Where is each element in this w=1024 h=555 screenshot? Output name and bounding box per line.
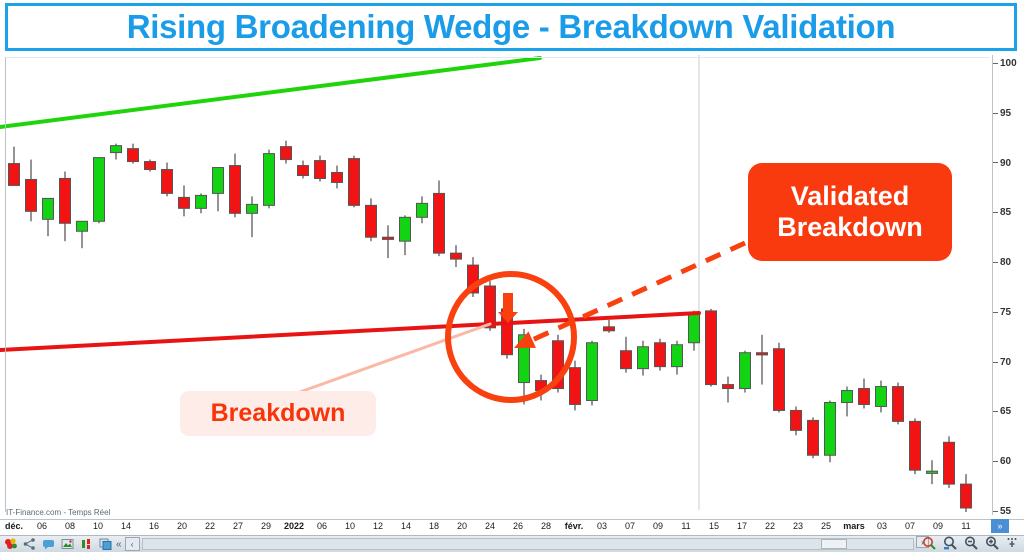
comment-icon[interactable] (40, 537, 57, 552)
date-tick: 03 (596, 521, 608, 531)
date-tick: 07 (904, 521, 916, 531)
annotation-breakdown: Breakdown (180, 391, 376, 436)
chart-title-bar: Rising Broadening Wedge - Breakdown Vali… (5, 3, 1017, 51)
date-tick: 16 (148, 521, 160, 531)
share-icon[interactable] (21, 537, 38, 552)
zoom-in-icon[interactable] (985, 536, 1000, 555)
bottom-toolbar: « ‹ (0, 535, 1024, 552)
date-tick: 08 (64, 521, 76, 531)
flower-icon[interactable] (2, 537, 19, 552)
date-tick: 29 (260, 521, 272, 531)
date-tick: 28 (540, 521, 552, 531)
date-tick: 22 (204, 521, 216, 531)
date-tick: 15 (708, 521, 720, 531)
plot-frame (5, 57, 990, 512)
price-tick: 95 (993, 108, 1011, 119)
horizontal-scrollbar[interactable] (141, 538, 914, 550)
price-tick: 85 (993, 207, 1011, 218)
price-tick: 70 (993, 357, 1011, 368)
date-tick: 10 (344, 521, 356, 531)
price-tick: 80 (993, 257, 1011, 268)
annotation-line-1: Validated (790, 180, 910, 211)
indicator-icon[interactable] (78, 537, 95, 552)
date-tick: 14 (400, 521, 412, 531)
watermark: IT-Finance.com - Temps Réel (6, 508, 111, 517)
price-tick: 75 (993, 307, 1011, 318)
scrollbar-thumb[interactable] (820, 539, 847, 549)
date-tick: 23 (792, 521, 804, 531)
date-axis[interactable]: déc. 06 08 10 14 16 20 22 27 29 2022 06 10 12 14 18 20 24… (0, 519, 1024, 536)
image-icon[interactable] (59, 537, 76, 552)
scroll-left-button[interactable]: ‹ (124, 537, 140, 551)
date-tick: févr. (564, 521, 584, 531)
zoom-fit-icon[interactable] (922, 536, 937, 555)
date-tick: 11 (681, 521, 691, 531)
date-tick: 14 (120, 521, 132, 531)
date-tick: 10 (92, 521, 104, 531)
date-tick: 03 (876, 521, 888, 531)
zoom-select-icon[interactable] (943, 536, 958, 555)
date-tick: 24 (484, 521, 496, 531)
price-tick: 60 (993, 456, 1011, 467)
date-tick: 11 (961, 521, 971, 531)
date-tick: 09 (652, 521, 664, 531)
price-tick: 65 (993, 406, 1011, 417)
chart-screenshot: Rising Broadening Wedge - Breakdown Vali… (0, 0, 1024, 552)
date-tick: 07 (624, 521, 636, 531)
date-tick: 20 (456, 521, 468, 531)
annotation-validated-breakdown: Validated Breakdown (748, 163, 952, 261)
zoom-out-icon[interactable] (964, 536, 979, 555)
settings-icon[interactable] (1006, 536, 1020, 555)
date-tick: 25 (820, 521, 832, 531)
date-tick: 20 (176, 521, 188, 531)
date-tick: 26 (512, 521, 524, 531)
date-tick: 17 (736, 521, 748, 531)
page-title: Rising Broadening Wedge - Breakdown Vali… (126, 8, 896, 45)
zoom-tools (922, 536, 1020, 555)
date-tick: 12 (372, 521, 384, 531)
date-tick: déc. (4, 521, 24, 531)
date-tick: mars (843, 521, 865, 531)
date-tick: 27 (232, 521, 244, 531)
date-tick: 18 (428, 521, 440, 531)
collapse-toolbar-icon[interactable]: « (116, 539, 122, 550)
date-tick: 22 (764, 521, 776, 531)
price-tick: 90 (993, 158, 1011, 169)
date-tick: 09 (932, 521, 944, 531)
date-tick: 2022 (283, 521, 305, 531)
date-tick: 06 (36, 521, 48, 531)
price-tick: 55 (993, 506, 1011, 517)
copy-icon[interactable] (97, 537, 114, 552)
price-axis[interactable]: 100 95 90 85 80 75 70 65 60 55 (992, 55, 1024, 517)
price-tick: 100 (993, 58, 1017, 69)
expand-chart-button[interactable]: » (991, 519, 1009, 533)
date-tick: 06 (316, 521, 328, 531)
annotation-line-2: Breakdown (777, 212, 923, 242)
